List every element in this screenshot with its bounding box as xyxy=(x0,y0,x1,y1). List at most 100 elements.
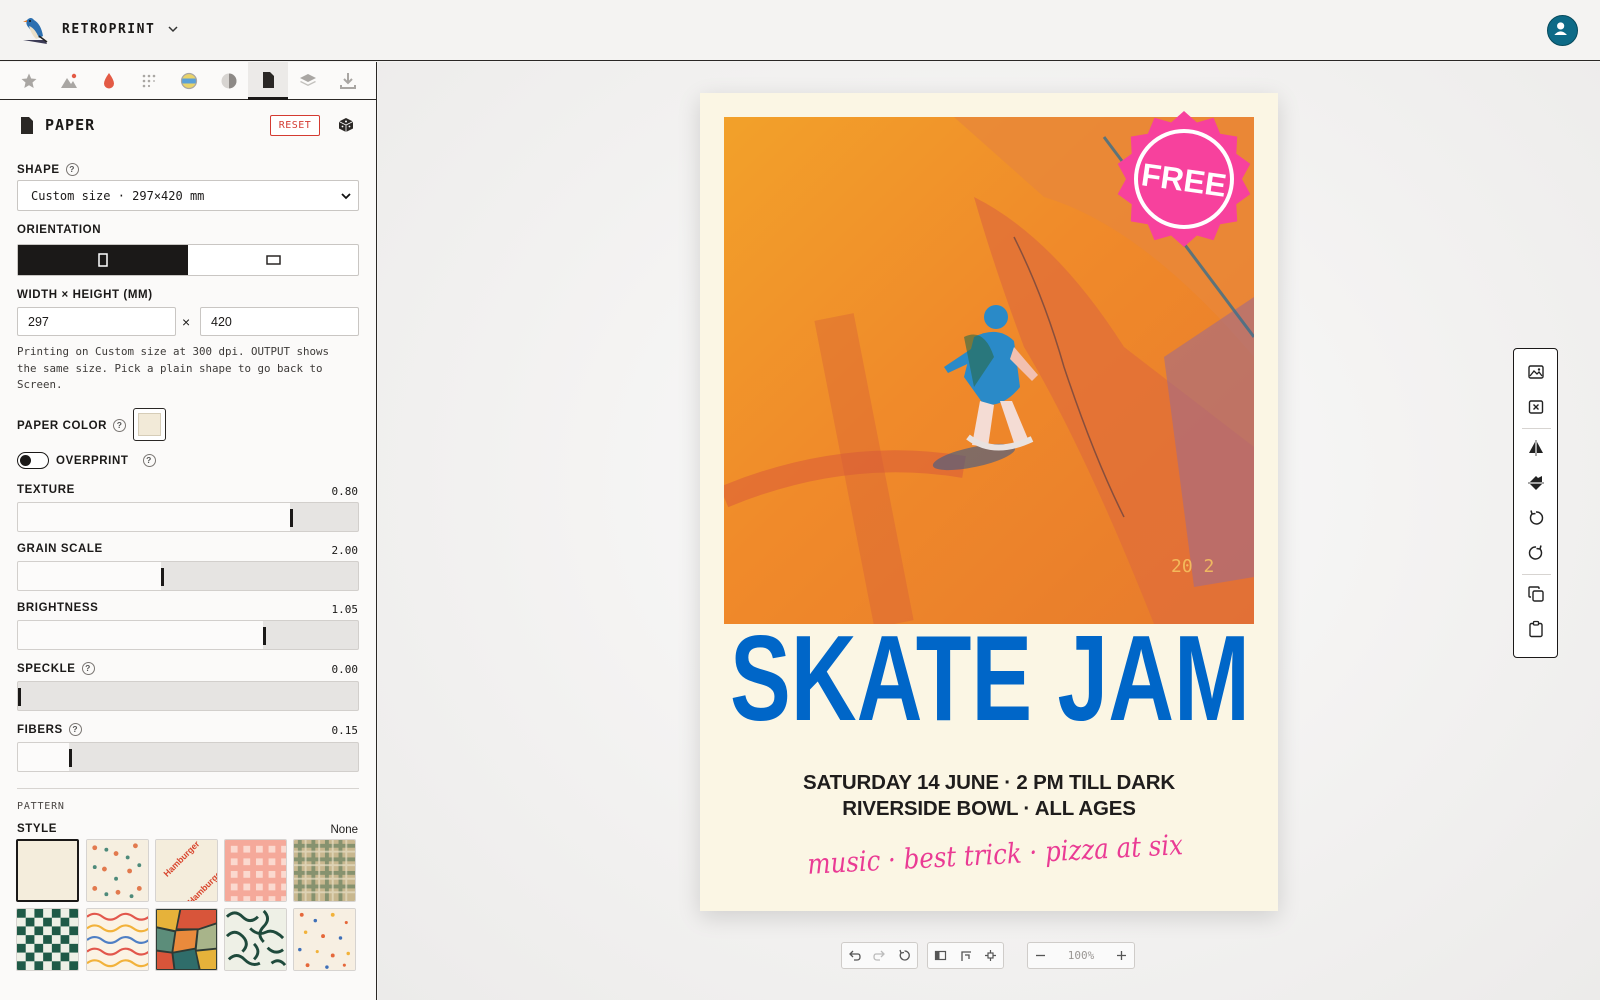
flip-vertical-icon[interactable] xyxy=(1525,472,1547,494)
pattern-style-value: None xyxy=(330,824,359,836)
shape-label: SHAPE? xyxy=(17,163,79,176)
pattern-waves-swatch[interactable] xyxy=(86,908,149,971)
help-icon[interactable]: ? xyxy=(68,723,82,736)
grain-scale-label: GRAIN SCALE xyxy=(17,543,103,555)
pattern-section-label: PATTERN xyxy=(17,801,65,812)
poster-date-line: SATURDAY 14 JUNE · 2 PM TILL DARK xyxy=(803,771,1175,794)
paper-icon[interactable] xyxy=(248,62,288,100)
view-tools xyxy=(927,942,1004,969)
paper-icon xyxy=(21,117,33,134)
replace-image-icon[interactable] xyxy=(1525,361,1547,383)
layers-icon[interactable] xyxy=(288,62,328,100)
portrait-icon xyxy=(98,253,108,267)
app-title[interactable]: RETROPRINT xyxy=(62,22,155,37)
chevron-down-icon[interactable] xyxy=(166,22,180,36)
pan-icon[interactable] xyxy=(978,943,1003,968)
tone-icon[interactable] xyxy=(209,62,249,100)
shape-select-value: Custom size · 297×420 mm xyxy=(31,189,205,203)
orientation-portrait-button[interactable] xyxy=(18,245,188,275)
top-bar: RETROPRINT xyxy=(0,0,1600,61)
toggle-knob xyxy=(20,454,31,466)
slider-thumb[interactable] xyxy=(290,509,293,527)
slider-thumb[interactable] xyxy=(69,749,72,767)
pattern-terrazzo-swatch[interactable] xyxy=(293,908,356,971)
script-text: music · best trick · pizza at six xyxy=(806,828,1183,878)
landscape-icon xyxy=(265,255,281,265)
fibers-slider[interactable] xyxy=(17,742,359,772)
export-icon[interactable] xyxy=(328,62,368,100)
compare-icon[interactable] xyxy=(928,943,953,968)
pattern-plaid-swatch[interactable] xyxy=(293,839,356,902)
user-avatar[interactable] xyxy=(1547,15,1578,46)
overprint-label-text: OVERPRINT xyxy=(56,455,129,467)
reset-button[interactable]: RESET xyxy=(270,115,320,136)
pattern-butterflies-swatch[interactable] xyxy=(86,839,149,902)
colors-icon[interactable] xyxy=(169,62,209,100)
zoom-in-icon[interactable] xyxy=(1109,943,1134,968)
paper-color-swatch[interactable] xyxy=(133,408,166,441)
help-icon[interactable]: ? xyxy=(65,163,79,176)
speckle-slider[interactable] xyxy=(17,681,359,711)
fibers-value: 0.15 xyxy=(331,724,359,737)
poster-preview[interactable]: 20 2 FREE SKATE JAM SATURDAY 14 JUNE · 2… xyxy=(700,93,1278,911)
brightness-slider[interactable] xyxy=(17,620,359,650)
copy-icon[interactable] xyxy=(1525,583,1547,605)
pattern-style-label: STYLE xyxy=(17,823,58,835)
halftone-icon[interactable] xyxy=(129,62,169,100)
dimension-separator: × xyxy=(182,314,191,330)
shape-select[interactable]: Custom size · 297×420 mm xyxy=(17,180,359,211)
bird-logo-icon xyxy=(19,14,51,46)
height-input[interactable]: 420 xyxy=(200,307,359,336)
toolbar-separator xyxy=(1522,428,1551,429)
texture-value: 0.80 xyxy=(331,485,359,498)
zoom-tools: 100% xyxy=(1027,942,1135,969)
favorites-icon[interactable] xyxy=(9,62,49,100)
slider-fill xyxy=(18,743,69,771)
pattern-mosaic-swatch[interactable] xyxy=(155,908,218,971)
slider-fill xyxy=(18,503,290,531)
texture-slider[interactable] xyxy=(17,502,359,532)
poster-headline: SKATE JAM xyxy=(720,598,1260,746)
shape-label-text: SHAPE xyxy=(17,164,60,176)
reset-view-icon[interactable] xyxy=(892,943,917,968)
grain-scale-slider[interactable] xyxy=(17,561,359,591)
orientation-landscape-button[interactable] xyxy=(188,245,358,275)
settings-sidebar: PAPER RESET SHAPE? Custom size · 297×420… xyxy=(0,62,377,1000)
orientation-toggle xyxy=(17,244,359,276)
randomize-dice-icon[interactable] xyxy=(338,117,354,133)
image-icon[interactable] xyxy=(49,62,89,100)
overprint-label: OVERPRINT? xyxy=(56,454,156,467)
chevron-down-icon xyxy=(341,193,351,200)
remove-image-icon[interactable] xyxy=(1525,396,1547,418)
slider-thumb[interactable] xyxy=(18,688,21,706)
help-icon[interactable]: ? xyxy=(81,662,95,675)
pattern-checker-swatch[interactable] xyxy=(16,908,79,971)
image-tools-panel xyxy=(1513,348,1558,658)
flip-horizontal-icon[interactable] xyxy=(1525,437,1547,459)
undo-icon[interactable] xyxy=(842,943,867,968)
rotate-left-icon[interactable] xyxy=(1525,507,1547,529)
paper-color-label: PAPER COLOR? xyxy=(17,419,127,432)
pattern-hamburger-swatch[interactable]: Hamburger Hamburger xyxy=(155,839,218,902)
zoom-out-icon[interactable] xyxy=(1028,943,1053,968)
slider-thumb[interactable] xyxy=(160,568,164,586)
help-icon[interactable]: ? xyxy=(113,419,127,432)
texture-label: TEXTURE xyxy=(17,484,75,496)
fibers-label-text: FIBERS xyxy=(17,724,63,736)
overprint-toggle[interactable] xyxy=(17,452,49,469)
orientation-label: ORIENTATION xyxy=(17,224,102,236)
paper-color-preview xyxy=(138,413,161,436)
crop-marks-icon[interactable] xyxy=(953,943,978,968)
help-icon[interactable]: ? xyxy=(142,454,156,467)
paste-icon[interactable] xyxy=(1525,618,1547,640)
fibers-label: FIBERS? xyxy=(17,723,82,736)
ink-icon[interactable] xyxy=(89,62,129,100)
pattern-none-swatch[interactable] xyxy=(16,839,79,902)
pattern-maze-swatch[interactable] xyxy=(224,908,287,971)
redo-icon[interactable] xyxy=(867,943,892,968)
slider-thumb[interactable] xyxy=(262,627,266,645)
pattern-gingham-swatch[interactable] xyxy=(224,839,287,902)
rotate-right-icon[interactable] xyxy=(1525,542,1547,564)
zoom-level[interactable]: 100% xyxy=(1053,949,1109,962)
width-input[interactable]: 297 xyxy=(17,307,176,336)
